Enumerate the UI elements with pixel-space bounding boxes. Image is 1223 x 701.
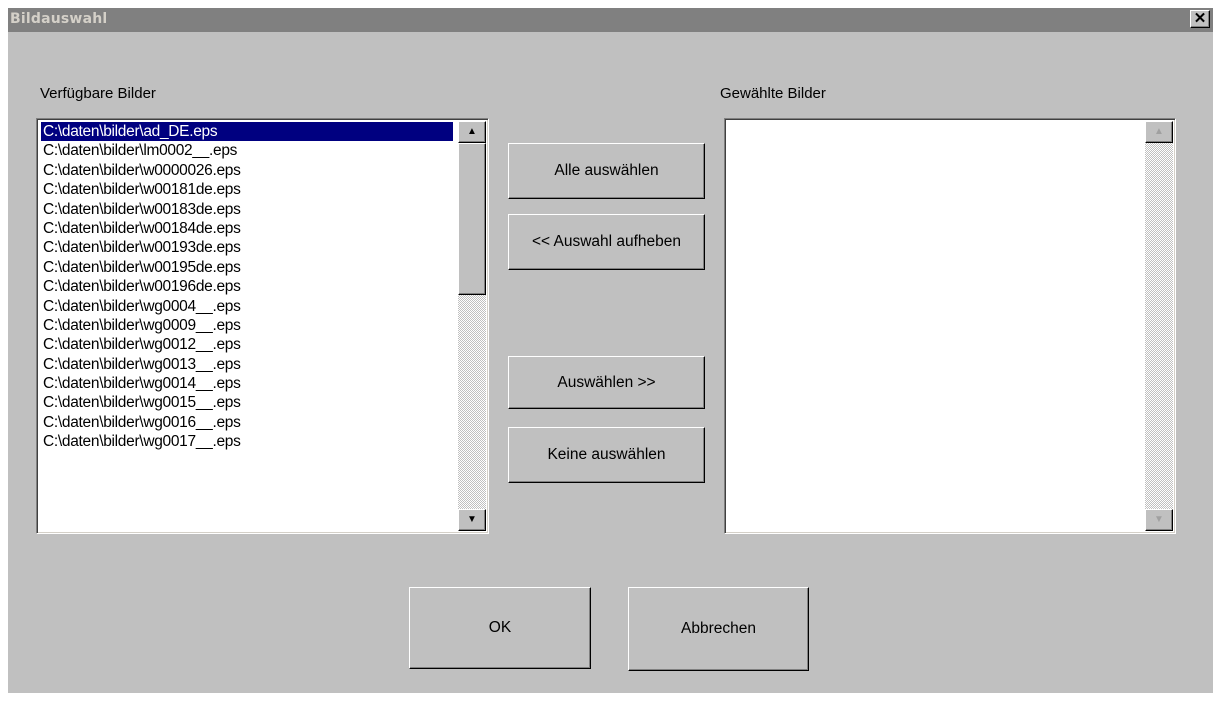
chosen-images-label: Gewählte Bilder [720,85,826,102]
select-all-button[interactable]: Alle auswählen [508,143,705,199]
arrow-down-icon: ▼ [1154,514,1164,525]
available-images-items: C:\daten\bilder\ad_DE.eps C:\daten\bilder… [41,122,453,452]
list-item[interactable]: C:\daten\bilder\wg0015__.eps [41,393,453,412]
scroll-thumb[interactable] [458,143,486,295]
select-button[interactable]: Auswählen >> [508,356,705,409]
list-item[interactable]: C:\daten\bilder\w00196de.eps [41,277,453,296]
chosen-list-scrollbar: ▲ ▼ [1145,121,1173,531]
scroll-down-button: ▼ [1145,509,1173,531]
list-item[interactable]: C:\daten\bilder\wg0014__.eps [41,374,453,393]
image-selection-dialog: Bildauswahl ✕ Verfügbare Bilder Gewählte… [8,8,1213,693]
list-item[interactable]: C:\daten\bilder\wg0017__.eps [41,432,453,451]
available-list-scrollbar[interactable]: ▲ ▼ [458,121,486,531]
available-images-label: Verfügbare Bilder [40,85,156,102]
list-item[interactable]: C:\daten\bilder\w00181de.eps [41,180,453,199]
list-item[interactable]: C:\daten\bilder\ad_DE.eps [41,122,453,142]
available-images-list[interactable]: C:\daten\bilder\ad_DE.eps C:\daten\bilder… [36,118,489,534]
list-item[interactable]: C:\daten\bilder\wg0004__.eps [41,297,453,316]
list-item[interactable]: C:\daten\bilder\w0000026.eps [41,161,453,180]
title-bar[interactable]: Bildauswahl ✕ [8,8,1213,32]
list-item[interactable]: C:\daten\bilder\w00183de.eps [41,200,453,219]
list-item[interactable]: C:\daten\bilder\wg0009__.eps [41,316,453,335]
close-button[interactable]: ✕ [1190,10,1210,28]
list-item[interactable]: C:\daten\bilder\w00193de.eps [41,238,453,257]
list-item[interactable]: C:\daten\bilder\wg0013__.eps [41,355,453,374]
arrow-down-icon: ▼ [467,514,477,525]
arrow-up-icon: ▲ [1154,126,1164,137]
list-item[interactable]: C:\daten\bilder\lm0002__.eps [41,141,453,160]
deselect-button[interactable]: << Auswahl aufheben [508,214,705,270]
select-none-button[interactable]: Keine auswählen [508,427,705,483]
scroll-down-button[interactable]: ▼ [458,509,486,531]
arrow-up-icon: ▲ [467,126,477,137]
window-title: Bildauswahl [10,11,108,27]
chosen-images-list[interactable]: ▲ ▼ [724,118,1176,534]
list-item[interactable]: C:\daten\bilder\w00184de.eps [41,219,453,238]
cancel-button[interactable]: Abbrechen [628,587,809,671]
ok-button[interactable]: OK [409,587,591,669]
scroll-up-button[interactable]: ▲ [458,121,486,143]
list-item[interactable]: C:\daten\bilder\wg0012__.eps [41,335,453,354]
list-item[interactable]: C:\daten\bilder\w00195de.eps [41,258,453,277]
close-icon: ✕ [1193,10,1207,27]
scroll-up-button: ▲ [1145,121,1173,143]
list-item[interactable]: C:\daten\bilder\wg0016__.eps [41,413,453,432]
